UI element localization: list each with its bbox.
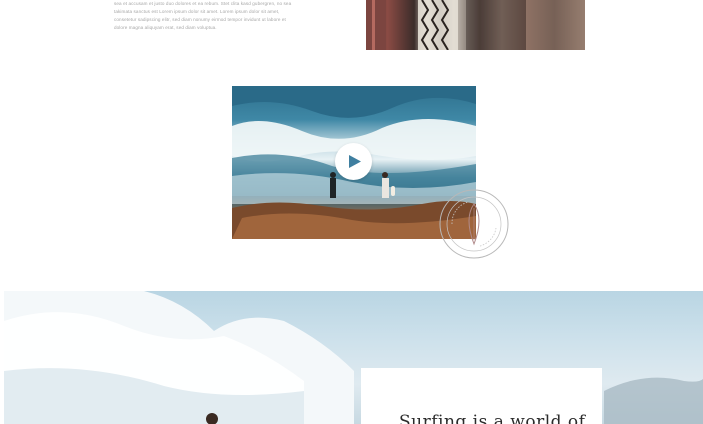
intro-line: sea et accusam et justo duo dolores et e… bbox=[114, 1, 292, 6]
intro-line: dolore magna aliquyam erat, sed diam vol… bbox=[114, 25, 217, 30]
intro-paragraph: sea et accusam et justo duo dolores et e… bbox=[114, 0, 329, 32]
play-icon bbox=[349, 155, 361, 168]
play-button[interactable] bbox=[335, 143, 372, 180]
intro-line: takimata sanctus est Lorem ipsum dolor s… bbox=[114, 9, 280, 14]
hero-card-title: Surfing is a world of bbox=[399, 412, 586, 424]
hero-card: Surfing is a world of bbox=[361, 368, 602, 424]
textile-photo bbox=[366, 0, 585, 50]
textile-photo-art bbox=[366, 0, 585, 50]
surfboard-stamp-icon bbox=[439, 189, 509, 259]
intro-line: consetetur sadipscing elitr, sed diam no… bbox=[114, 17, 286, 22]
page: sea et accusam et justo duo dolores et e… bbox=[0, 0, 703, 424]
